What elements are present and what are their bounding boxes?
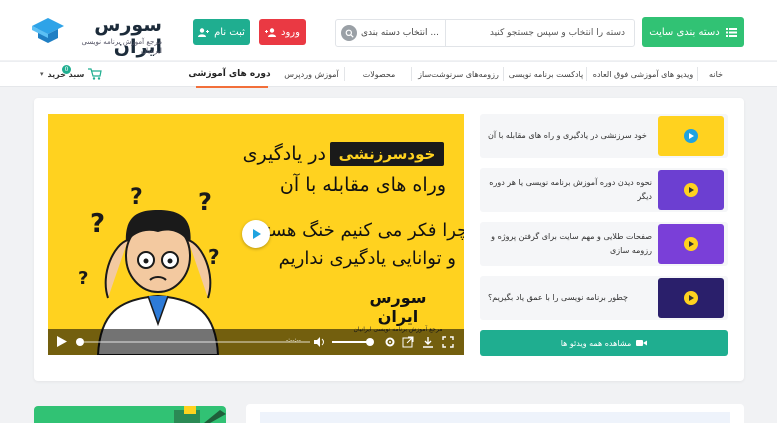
- login-label: ورود: [281, 26, 300, 38]
- site-categories-button[interactable]: دسته بندی سایت: [642, 17, 744, 47]
- progress-handle[interactable]: [76, 338, 84, 346]
- category-select[interactable]: انتخاب دسته بندی ...: [358, 20, 446, 46]
- cart-icon: [88, 68, 103, 80]
- video-controls: -:--:--: [48, 329, 464, 355]
- video-list-item[interactable]: خود سرزنشی در یادگیری و راه های مقابله ب…: [480, 114, 728, 158]
- nav-item-label: دوره های آموزشی: [188, 69, 271, 79]
- video-list-title: خود سرزنشی در یادگیری و راه های مقابله ب…: [488, 131, 647, 140]
- search-input[interactable]: [447, 20, 633, 46]
- popout-icon[interactable]: [402, 336, 414, 348]
- video-player[interactable]: ? ? ? ? ? خودسرزنشی در یادگیری وراه های …: [48, 114, 464, 355]
- nav-item-label: رزومه‌های سرنوشت‌ساز: [418, 69, 499, 79]
- volume-handle[interactable]: [366, 338, 374, 346]
- nav-divider: [586, 67, 587, 81]
- logo-subtitle: مرجع آموزش برنامه نویسی ایرانیان: [81, 38, 162, 55]
- site-header: سورس ایران مرجع آموزش برنامه نویسی ایران…: [0, 0, 777, 60]
- video-thumbnail: [658, 116, 724, 156]
- nav-item-label: ویدیو های آموزشی فوق العاده: [592, 69, 694, 79]
- cart-count-badge: 0: [62, 65, 71, 74]
- nav-item-products[interactable]: محصولات: [348, 62, 410, 86]
- user-plus-icon: [265, 27, 277, 37]
- video-list-title: چطور برنامه نویسی را با عمق یاد بگیریم؟: [488, 293, 628, 302]
- video-title-line3: چرا فکر می کنیم خنگ هستیم: [248, 220, 464, 241]
- video-thumbnail: [658, 170, 724, 210]
- main-nav: ▾ سبد خرید 0 خانه ویدیو های آموزشی فوق ا…: [0, 61, 777, 88]
- site-categories-label: دسته بندی سایت: [649, 26, 720, 38]
- search-button[interactable]: [341, 25, 357, 41]
- login-button[interactable]: ورود: [259, 19, 306, 45]
- download-icon[interactable]: [422, 336, 434, 348]
- video-title-line4: و توانایی یادگیری نداریم: [278, 248, 456, 269]
- svg-text:?: ?: [198, 188, 212, 216]
- nav-item-podcast[interactable]: پادکست برنامه نویسی: [507, 62, 585, 86]
- svg-text:?: ?: [208, 245, 220, 269]
- promo-illustration: [174, 406, 226, 423]
- nav-divider: [411, 67, 412, 81]
- big-play-button[interactable]: [242, 220, 270, 248]
- volume-slider[interactable]: [332, 341, 368, 343]
- video-thumbnail: [658, 224, 724, 264]
- view-all-videos-button[interactable]: مشاهده همه ویدئو ها: [480, 330, 728, 356]
- graduation-cap-logo-icon: [32, 18, 64, 43]
- video-list-item[interactable]: صفحات طلایی و مهم سایت برای گرفتن پروژه …: [480, 222, 728, 266]
- video-watermark-logo: سورس ایران مرجع آموزش برنامه نویسی ایران…: [348, 288, 448, 333]
- svg-text:?: ?: [78, 268, 88, 289]
- play-icon: [253, 229, 261, 239]
- search-bar: انتخاب دسته بندی ...: [335, 19, 635, 47]
- nav-item-courses[interactable]: دوره های آموزشی: [188, 62, 271, 88]
- search-icon: [345, 29, 354, 38]
- video-title-badge: خودسرزنشی: [330, 142, 444, 166]
- category-select-label: انتخاب دسته بندی ...: [361, 28, 439, 38]
- nav-item-resumes[interactable]: رزومه‌های سرنوشت‌ساز: [415, 62, 502, 86]
- site-logo[interactable]: سورس ایران مرجع آموزش برنامه نویسی ایران…: [30, 14, 162, 58]
- content-placeholder: [260, 412, 730, 423]
- video-logo-title: سورس ایران: [369, 288, 427, 326]
- nav-item-home[interactable]: خانه: [701, 62, 731, 86]
- nav-item-wordpress[interactable]: آموزش وردپرس: [280, 62, 343, 86]
- nav-item-label: خانه: [709, 69, 723, 79]
- list-menu-icon: [725, 27, 737, 37]
- video-list-title: صفحات طلایی و مهم سایت برای گرفتن پروژه …: [491, 232, 652, 255]
- signup-label: ثبت نام: [214, 26, 245, 38]
- play-icon: [684, 129, 698, 143]
- play-icon: [684, 183, 698, 197]
- add-user-icon: [198, 27, 210, 37]
- content-section: [246, 404, 744, 423]
- play-icon[interactable]: [56, 335, 68, 348]
- svg-text:?: ?: [90, 209, 105, 239]
- nav-divider: [344, 67, 345, 81]
- promo-banner[interactable]: [34, 406, 226, 423]
- progress-bar[interactable]: [84, 341, 310, 343]
- chevron-down-icon: ▾: [40, 70, 44, 78]
- svg-text:?: ?: [130, 185, 143, 210]
- video-list-title: نحوه دیدن دوره آموزش برنامه نویسی یا هر …: [489, 178, 652, 201]
- cart-button[interactable]: ▾ سبد خرید: [40, 62, 103, 86]
- play-icon: [684, 237, 698, 251]
- nav-item-label: پادکست برنامه نویسی: [508, 69, 584, 79]
- video-camera-icon: [636, 340, 648, 346]
- settings-icon[interactable]: [384, 336, 396, 348]
- video-title-line2: وراه های مقابله با آن: [279, 174, 446, 196]
- nav-item-label: محصولات: [362, 69, 396, 79]
- signup-button[interactable]: ثبت نام: [193, 19, 250, 45]
- fullscreen-icon[interactable]: [442, 336, 454, 348]
- video-title-line1: در یادگیری: [242, 143, 326, 165]
- nav-item-label: آموزش وردپرس: [284, 69, 339, 79]
- play-icon: [684, 291, 698, 305]
- time-display: -:--:--: [286, 337, 301, 344]
- nav-item-videos[interactable]: ویدیو های آموزشی فوق العاده: [590, 62, 696, 86]
- nav-divider: [503, 67, 504, 81]
- volume-icon[interactable]: [314, 336, 326, 348]
- confused-character-illustration: ? ? ? ? ?: [78, 185, 220, 355]
- video-thumbnail: [658, 278, 724, 318]
- view-all-videos-label: مشاهده همه ویدئو ها: [560, 338, 632, 348]
- nav-divider: [697, 67, 698, 81]
- video-list-item[interactable]: نحوه دیدن دوره آموزش برنامه نویسی یا هر …: [480, 168, 728, 212]
- video-list-item[interactable]: چطور برنامه نویسی را با عمق یاد بگیریم؟: [480, 276, 728, 320]
